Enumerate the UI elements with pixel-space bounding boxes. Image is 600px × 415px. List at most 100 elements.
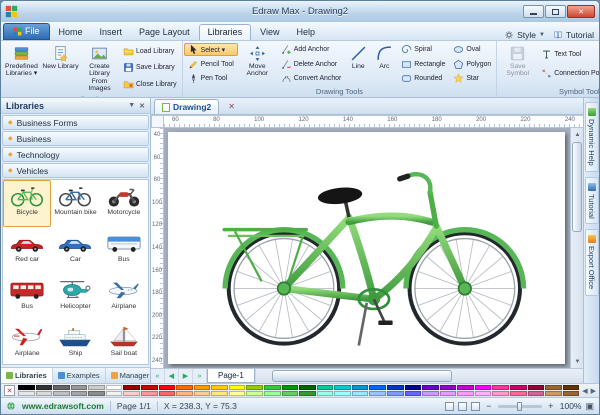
- color-swatch[interactable]: [88, 385, 105, 390]
- color-swatch[interactable]: [545, 391, 562, 396]
- color-swatch[interactable]: [475, 385, 492, 390]
- oval-button[interactable]: Oval: [449, 43, 495, 56]
- horizontal-scrollbar[interactable]: [255, 369, 583, 383]
- category-business[interactable]: ◆Business: [2, 131, 149, 146]
- color-swatch[interactable]: [264, 391, 281, 396]
- full-view-icon[interactable]: [458, 402, 467, 411]
- minimize-button[interactable]: [523, 5, 544, 18]
- color-swatch[interactable]: [159, 385, 176, 390]
- normal-view-icon[interactable]: [445, 402, 454, 411]
- category-technology[interactable]: ◆Technology: [2, 147, 149, 162]
- star-button[interactable]: Star: [449, 72, 495, 85]
- ribbon-tab-insert[interactable]: Insert: [92, 25, 131, 40]
- pen-tool-button[interactable]: Pen Tool: [184, 72, 238, 85]
- color-swatch[interactable]: [528, 385, 545, 390]
- color-swatch[interactable]: [282, 391, 299, 396]
- tutorial-button[interactable]: Tutorial: [553, 30, 594, 40]
- library-item-ship[interactable]: Ship: [51, 321, 99, 365]
- library-item-bicycle[interactable]: Bicycle: [3, 180, 51, 227]
- spiral-button[interactable]: Spiral: [397, 43, 449, 56]
- create-library-from-images-button[interactable]: Create Library From Images: [80, 42, 119, 94]
- color-swatch[interactable]: [352, 385, 369, 390]
- page-tab[interactable]: Page-1: [207, 369, 255, 383]
- category-vehicles[interactable]: ◆Vehicles: [2, 163, 149, 178]
- color-swatch[interactable]: [176, 391, 193, 396]
- color-swatch[interactable]: [299, 391, 316, 396]
- library-item-motorcycle[interactable]: Motorcycle: [100, 180, 148, 227]
- panel-close-icon[interactable]: ✕: [139, 102, 145, 110]
- ribbon-tab-libraries[interactable]: Libraries: [199, 24, 252, 40]
- color-swatch[interactable]: [106, 391, 123, 396]
- color-swatch[interactable]: [492, 385, 509, 390]
- library-item-red-car[interactable]: Red car: [3, 227, 51, 274]
- vertical-scrollbar[interactable]: ▲ ▼: [570, 128, 583, 368]
- color-swatch[interactable]: [159, 391, 176, 396]
- color-swatch[interactable]: [176, 385, 193, 390]
- color-swatch[interactable]: [387, 385, 404, 390]
- color-swatch[interactable]: [211, 391, 228, 396]
- zoom-in-button[interactable]: +: [546, 401, 556, 411]
- add-anchor-button[interactable]: Add Anchor: [277, 43, 346, 56]
- convert-anchor-button[interactable]: Convert Anchor: [277, 72, 346, 85]
- pencil-tool-button[interactable]: Pencil Tool: [184, 58, 238, 71]
- first-page-button[interactable]: «: [151, 369, 165, 383]
- document-tab[interactable]: Drawing2: [154, 99, 219, 114]
- color-swatch[interactable]: [106, 385, 123, 390]
- color-swatch[interactable]: [405, 391, 422, 396]
- select-button[interactable]: Select ▾: [184, 43, 238, 56]
- tab-dynamic-help[interactable]: Dynamic Help: [585, 102, 599, 172]
- color-swatch[interactable]: [18, 385, 35, 390]
- website-link[interactable]: www.edrawsoft.com: [22, 401, 104, 411]
- color-swatch[interactable]: [317, 391, 334, 396]
- tab-export-office[interactable]: Export Office: [585, 229, 599, 295]
- vertical-scroll-thumb[interactable]: [572, 142, 582, 232]
- bicycle-drawing[interactable]: [180, 137, 557, 360]
- library-item-airplane[interactable]: Airplane: [100, 274, 148, 321]
- arc-button[interactable]: Arc: [371, 42, 397, 86]
- color-swatch[interactable]: [422, 391, 439, 396]
- color-swatch[interactable]: [440, 385, 457, 390]
- color-swatch[interactable]: [545, 385, 562, 390]
- color-swatch[interactable]: [563, 391, 580, 396]
- predefined-libraries-button[interactable]: Predefined Libraries ▾: [2, 42, 41, 94]
- color-swatch[interactable]: [440, 391, 457, 396]
- palette-scroll-right-icon[interactable]: ▶: [591, 387, 596, 395]
- line-button[interactable]: Line: [345, 42, 371, 86]
- color-swatch[interactable]: [457, 391, 474, 396]
- zoom-slider[interactable]: [498, 405, 542, 408]
- rounded-button[interactable]: Rounded: [397, 72, 449, 85]
- color-swatch[interactable]: [369, 385, 386, 390]
- color-swatch[interactable]: [229, 385, 246, 390]
- color-swatch[interactable]: [528, 391, 545, 396]
- color-swatch[interactable]: [141, 391, 158, 396]
- color-swatch[interactable]: [194, 385, 211, 390]
- category-business-forms[interactable]: ◆Business Forms: [2, 115, 149, 130]
- scroll-down-icon[interactable]: ▼: [571, 355, 584, 368]
- sidebar-tab-libraries[interactable]: Libraries: [1, 368, 53, 383]
- color-swatch[interactable]: [352, 391, 369, 396]
- library-item-sail-boat[interactable]: Sail boat: [100, 321, 148, 365]
- sidebar-tab-examples[interactable]: Examples: [53, 368, 106, 383]
- color-swatch[interactable]: [36, 385, 53, 390]
- color-swatch[interactable]: [53, 391, 70, 396]
- color-swatch[interactable]: [36, 391, 53, 396]
- load-library-button[interactable]: Load Library: [119, 45, 181, 58]
- color-swatch[interactable]: [18, 391, 35, 396]
- no-color-swatch[interactable]: ✕: [4, 385, 15, 396]
- connection-point-tool-button[interactable]: Connection Point Tool: [537, 67, 599, 80]
- text-tool-button[interactable]: Text Tool: [537, 48, 599, 61]
- color-swatch[interactable]: [264, 385, 281, 390]
- ribbon-tab-view[interactable]: View: [252, 25, 287, 40]
- color-swatch[interactable]: [317, 385, 334, 390]
- ribbon-tab-page-layout[interactable]: Page Layout: [131, 25, 198, 40]
- maximize-button[interactable]: [545, 5, 566, 18]
- color-swatch[interactable]: [492, 391, 509, 396]
- color-swatch[interactable]: [387, 391, 404, 396]
- previous-page-button[interactable]: ◀: [165, 369, 179, 383]
- move-anchor-button[interactable]: Move Anchor: [238, 42, 277, 86]
- pan-view-icon[interactable]: [471, 402, 480, 411]
- color-swatch[interactable]: [246, 391, 263, 396]
- rectangle-button[interactable]: Rectangle: [397, 58, 449, 71]
- next-page-button[interactable]: ▶: [179, 369, 193, 383]
- close-button[interactable]: ✕: [567, 5, 595, 18]
